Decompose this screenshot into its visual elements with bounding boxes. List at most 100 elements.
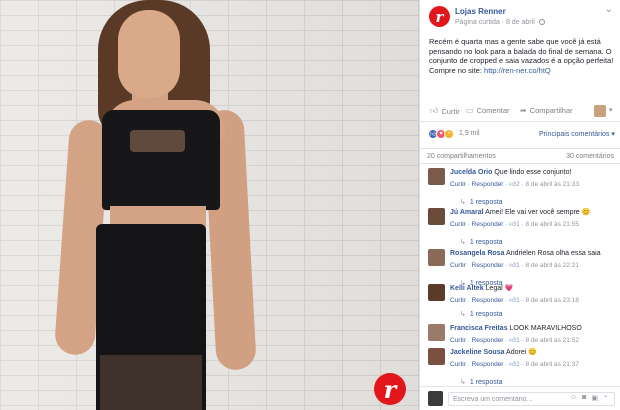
post-header: r Lojas Renner Página curtida · 8 de abr…: [420, 0, 620, 36]
share-arrow-icon: ➦: [520, 106, 527, 115]
black-cropped-top: [102, 110, 220, 210]
comment-author[interactable]: Jucelda Orio: [450, 169, 492, 176]
post-link[interactable]: http://ren-ner.co/htQ: [484, 66, 551, 75]
more-options-icon[interactable]: ⌄: [605, 4, 613, 15]
reply-arrow-icon: ↳: [460, 379, 466, 386]
reply-arrow-icon: ↳: [460, 199, 466, 206]
thumbs-up-icon: 👍︎: [430, 106, 439, 115]
comment-author[interactable]: Rosangela Rosa: [450, 250, 504, 257]
viewer-avatar[interactable]: [594, 105, 606, 117]
comment-time[interactable]: 8 de abril às 21:37: [525, 361, 578, 368]
comment-body: Francisca Freitas LOOK MARAVILHOSO: [450, 324, 618, 333]
post-meta-text: Página curtida · 8 de abril: [455, 19, 535, 26]
comment-text: Andrielen Rosa olha essa saia: [504, 250, 601, 257]
reply-arrow-icon: ↳: [460, 311, 466, 318]
comment-like-link[interactable]: Curtir: [450, 337, 466, 344]
comment-text: Que lindo esse conjunto!: [492, 169, 572, 176]
gif-icon[interactable]: ▣: [591, 394, 598, 402]
replies-count: 1 resposta: [469, 378, 503, 386]
comment-meta: Curtir · Responder · 👍︎2 · 8 de abril às…: [450, 361, 579, 368]
comment-like-count: 1: [516, 337, 520, 344]
comment-author[interactable]: Francisca Freitas: [450, 325, 508, 332]
renner-logo-icon: r: [374, 373, 406, 405]
share-button[interactable]: ➦ Compartilhar: [520, 106, 573, 115]
comment-text: Adorei 😊: [504, 349, 537, 356]
comment-like-link[interactable]: Curtir: [450, 361, 466, 368]
like-label: Curtir: [441, 106, 460, 116]
comment-time[interactable]: 8 de abril às 21:55: [525, 221, 578, 228]
comment-like-link[interactable]: Curtir: [450, 221, 466, 228]
view-replies-link[interactable]: ↳ 1 resposta: [460, 310, 503, 319]
speech-bubble-icon: ▭: [466, 106, 474, 115]
comment-text: Legal 💗: [483, 285, 514, 292]
replies-count: 1 resposta: [469, 198, 503, 206]
view-replies-link[interactable]: ↳ 1 resposta: [460, 378, 503, 387]
replies-count: 1 resposta: [469, 310, 503, 318]
comment-body: Jucelda Orio Que lindo esse conjunto!: [450, 168, 618, 177]
commenter-avatar[interactable]: [428, 208, 445, 225]
comment-like-count: 2: [516, 361, 520, 368]
comment-meta: Curtir · Responder · 👍︎1 · 8 de abril às…: [450, 262, 579, 269]
view-replies-link[interactable]: ↳ 1 resposta: [460, 238, 503, 247]
comment-reply-link[interactable]: Responder: [472, 262, 504, 269]
reactions-row: 👍︎ ♥ • 1,9 mil Principais comentários ▾: [420, 124, 620, 144]
shares-count[interactable]: 20 compartilhamentos: [427, 153, 496, 160]
commenter-avatar[interactable]: [428, 284, 445, 301]
comment-text: Amei! Ele vai ver você sempre 😊: [483, 209, 591, 216]
comment-sort-dropdown[interactable]: Principais comentários ▾: [539, 130, 615, 138]
comment-author[interactable]: Jackeline Sousa: [450, 349, 504, 356]
comment-like-link[interactable]: Curtir: [450, 262, 466, 269]
comments-count[interactable]: 30 comentários: [566, 153, 614, 160]
wow-reaction-icon: •: [444, 129, 454, 139]
comment-meta: Curtir · Responder · 👍︎1 · 8 de abril às…: [450, 297, 579, 304]
comment-reply-link[interactable]: Responder: [472, 221, 504, 228]
comment-like-link[interactable]: Curtir: [450, 297, 466, 304]
commenter-avatar[interactable]: [428, 249, 445, 266]
stats-row: 20 compartilhamentos 30 comentários: [420, 148, 620, 164]
comment-time[interactable]: 8 de abril às 21:33: [525, 181, 578, 188]
replies-count: 1 resposta: [469, 238, 503, 246]
comment-reply-link[interactable]: Responder: [472, 181, 504, 188]
commenter-avatar[interactable]: [428, 348, 445, 365]
post-photo[interactable]: r: [0, 0, 419, 410]
comment-reply-link[interactable]: Responder: [472, 297, 504, 304]
comment-time[interactable]: 8 de abril às 21:52: [525, 337, 578, 344]
cropped-lace-cutout: [130, 130, 185, 152]
comment-reply-link[interactable]: Responder: [472, 361, 504, 368]
model-face: [118, 10, 180, 98]
view-replies-link[interactable]: ↳ 1 resposta: [460, 198, 503, 207]
page-name-link[interactable]: Lojas Renner: [455, 7, 506, 16]
comment-body: Jackeline Sousa Adorei 😊: [450, 348, 618, 357]
comment-label: Comentar: [476, 106, 510, 115]
comment-body: Rosangela Rosa Andrielen Rosa olha essa …: [450, 249, 618, 258]
comment-input-row: ☺ ◙ ▣ ◔: [420, 386, 620, 410]
commenter-avatar[interactable]: [428, 324, 445, 341]
camera-icon[interactable]: ◙: [582, 394, 586, 402]
comment-reply-link[interactable]: Responder: [472, 337, 504, 344]
caret-down-icon[interactable]: ▾: [609, 106, 613, 114]
input-icons: ☺ ◙ ▣ ◔: [570, 394, 607, 402]
commenter-avatar[interactable]: [428, 168, 445, 185]
post-side-panel: r Lojas Renner Página curtida · 8 de abr…: [419, 0, 620, 410]
comment-time[interactable]: 8 de abril às 23:18: [525, 297, 578, 304]
comment-time[interactable]: 8 de abril às 22:21: [525, 262, 578, 269]
comment-meta: Curtir · Responder · 👍︎1 · 8 de abril às…: [450, 337, 579, 344]
emoji-icon[interactable]: ☺: [570, 394, 577, 402]
reaction-icons[interactable]: 👍︎ ♥ •: [428, 129, 454, 139]
sticker-icon[interactable]: ◔: [603, 394, 607, 402]
reaction-count[interactable]: 1,9 mil: [459, 130, 480, 137]
comment-author[interactable]: Jú Amaral: [450, 209, 484, 216]
skirt-lace-hem: [100, 355, 202, 410]
page-avatar[interactable]: r: [429, 6, 450, 27]
comment-like-count: 1: [516, 297, 520, 304]
share-label: Compartilhar: [529, 106, 573, 115]
comment-author[interactable]: Kelli Altek: [450, 285, 484, 292]
post-text: Recém é quarta mas a gente sabe que você…: [429, 37, 615, 75]
like-button[interactable]: 👍︎ Curtir: [430, 106, 460, 116]
comment-meta: Curtir · Responder · 👍︎1 · 8 de abril às…: [450, 221, 579, 228]
reply-arrow-icon: ↳: [460, 239, 466, 246]
comment-like-link[interactable]: Curtir: [450, 181, 466, 188]
post-actions-bar: 👍︎ Curtir ▭ Comentar ➦ Compartilhar ▾: [420, 100, 620, 122]
comment-body: Kelli Altek Legal 💗: [450, 284, 618, 293]
comment-like-count: 1: [516, 221, 520, 228]
